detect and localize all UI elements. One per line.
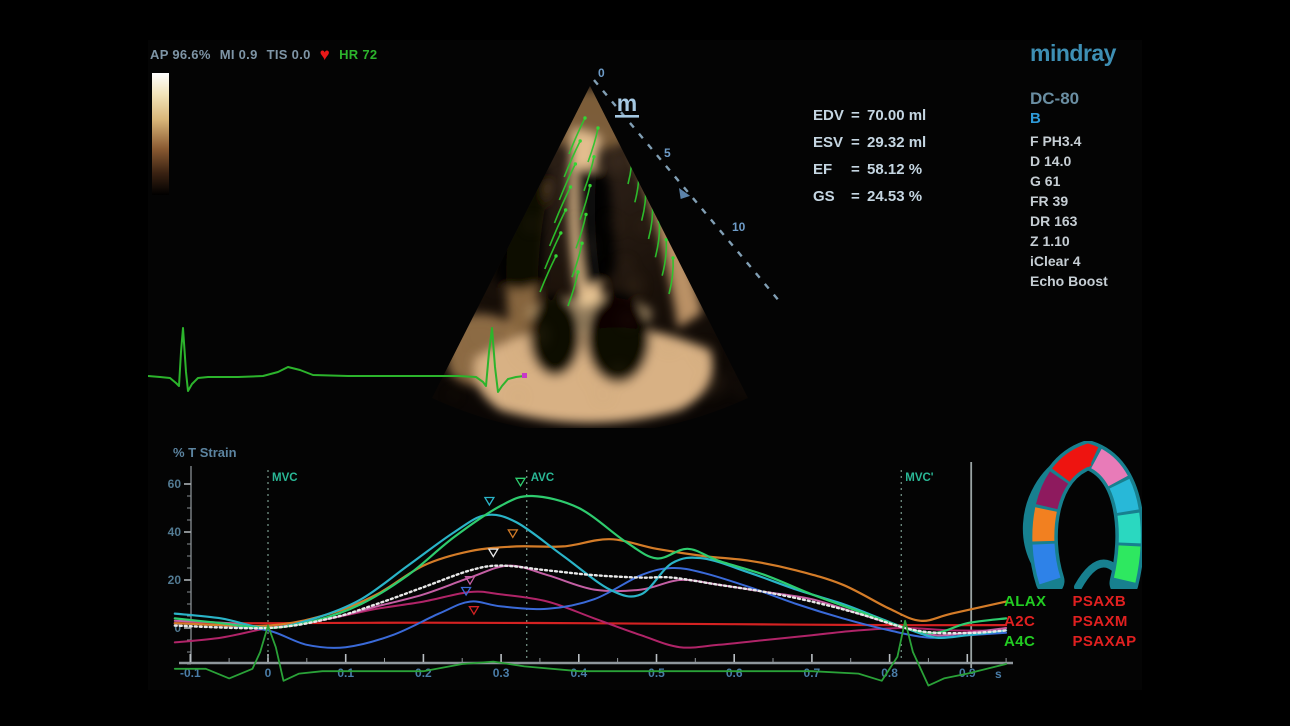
svg-text:s: s (995, 667, 1002, 681)
parameter-list: F PH3.4 D 14.0 G 61 FR 39 DR 163 Z 1.10 … (1030, 131, 1142, 291)
measurement-edv: EDV = 70.00 ml (813, 102, 926, 129)
svg-text:0.7: 0.7 (804, 666, 821, 680)
ruler-label-5: 5 (664, 146, 671, 160)
grayscale-map-bar (152, 73, 169, 195)
svg-text:0.4: 0.4 (570, 666, 587, 680)
svg-text:m: m (617, 90, 637, 116)
svg-text:MVC': MVC' (905, 472, 934, 484)
svg-text:0.3: 0.3 (493, 666, 510, 680)
param-frame-rate: FR 39 (1030, 191, 1142, 211)
lv-segment-model-icon (1002, 441, 1142, 589)
legend-item-a2c: A2C (1004, 612, 1046, 632)
svg-text:60: 60 (168, 477, 182, 491)
svg-text:20: 20 (168, 573, 182, 587)
legend-item-alax: ALAX (1004, 592, 1046, 612)
svg-text:0.5: 0.5 (648, 666, 665, 680)
tis-value: TIS 0.0 (267, 47, 311, 62)
legend-item-psaxap: PSAXAP (1072, 632, 1136, 652)
status-bar: AP 96.6% MI 0.9 TIS 0.0 ♥ HR 72 (150, 47, 377, 62)
measurement-gs: GS = 24.53 % (813, 183, 926, 210)
param-depth: D 14.0 (1030, 151, 1142, 171)
mindray-logo: mindray (1030, 40, 1142, 67)
ruler-label-10: 10 (732, 220, 746, 234)
svg-text:0.2: 0.2 (415, 666, 432, 680)
legend-item-psaxb: PSAXB (1072, 592, 1136, 612)
measurement-results: EDV = 70.00 ml ESV = 29.32 ml EF = 58.12… (813, 102, 926, 210)
svg-text:0.6: 0.6 (726, 666, 743, 680)
view-legend: ALAX A2C A4C PSAXB PSAXM PSAXAP (1004, 592, 1137, 652)
imaging-mode: B (1030, 110, 1142, 127)
heartbeat-icon: ♥ (320, 48, 330, 61)
acoustic-power-value: AP 96.6% (150, 47, 211, 62)
svg-text:% T Strain: % T Strain (173, 445, 237, 460)
system-model: DC-80 (1030, 89, 1142, 109)
heart-rate-value: HR 72 (339, 47, 377, 62)
svg-text:AVC: AVC (531, 472, 554, 484)
param-zoom: Z 1.10 (1030, 231, 1142, 251)
measurement-esv: ESV = 29.32 ml (813, 129, 926, 156)
param-echo-boost: Echo Boost (1030, 271, 1142, 291)
ultrasound-display-area: AP 96.6% MI 0.9 TIS 0.0 ♥ HR 72 (148, 40, 1142, 690)
orientation-marker: m (615, 90, 639, 118)
param-frequency: F PH3.4 (1030, 131, 1142, 151)
legend-item-a4c: A4C (1004, 632, 1046, 652)
imaging-parameters-panel: mindray DC-80 B F PH3.4 D 14.0 G 61 FR 3… (1030, 40, 1142, 291)
measurement-ef: EF = 58.12 % (813, 156, 926, 183)
param-iclear: iClear 4 (1030, 251, 1142, 271)
svg-text:0.1: 0.1 (337, 666, 354, 680)
svg-text:MVC: MVC (272, 472, 298, 484)
mi-value: MI 0.9 (220, 47, 258, 62)
param-dynamic-range: DR 163 (1030, 211, 1142, 231)
svg-text:0: 0 (265, 666, 272, 680)
strain-chart: % T Strain0204060-0.100.10.20.30.40.50.6… (165, 440, 1025, 690)
ruler-label-0: 0 (598, 66, 605, 80)
focus-marker-icon (676, 188, 691, 202)
ecg-trace (148, 312, 688, 396)
legend-item-psaxm: PSAXM (1072, 612, 1136, 632)
svg-text:40: 40 (168, 525, 182, 539)
param-gain: G 61 (1030, 171, 1142, 191)
screen: AP 96.6% MI 0.9 TIS 0.0 ♥ HR 72 (0, 0, 1290, 726)
